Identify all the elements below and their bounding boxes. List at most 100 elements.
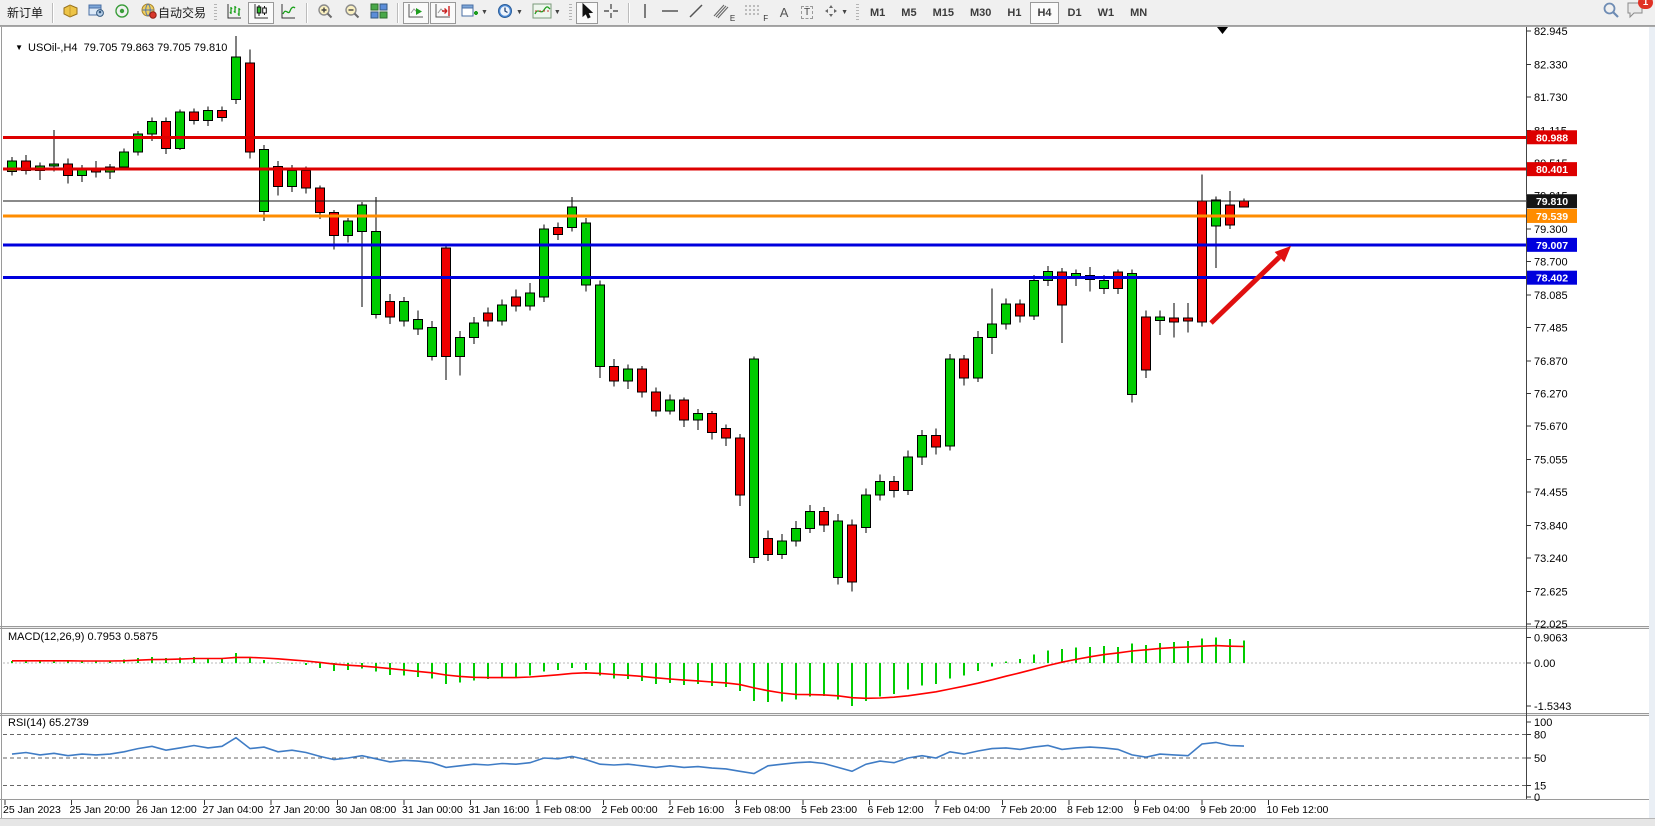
price-level-line-79.539[interactable]: 79.539	[3, 209, 1577, 223]
timeframe-button-w1[interactable]: W1	[1091, 2, 1122, 24]
svg-text:2 Feb 00:00: 2 Feb 00:00	[602, 804, 658, 816]
tile-windows-button[interactable]	[366, 2, 392, 24]
chart-period-button[interactable]: ▼	[493, 2, 527, 24]
tile-windows-icon	[370, 3, 388, 22]
svg-text:6 Feb 12:00: 6 Feb 12:00	[868, 804, 924, 816]
svg-text:73.840: 73.840	[1534, 520, 1568, 532]
vertical-line-icon	[639, 3, 651, 22]
svg-text:15: 15	[1534, 780, 1546, 792]
svg-text:80.401: 80.401	[1536, 164, 1568, 176]
trend-arrow-annotation[interactable]	[1211, 246, 1291, 323]
timeframe-button-mn[interactable]: MN	[1123, 2, 1154, 24]
svg-text:26 Jan 12:00: 26 Jan 12:00	[136, 804, 197, 816]
timeframe-button-m30[interactable]: M30	[963, 2, 998, 24]
zoom-in-icon	[316, 3, 334, 23]
toolbar-grip[interactable]	[214, 4, 217, 22]
price-level-line-79.007[interactable]: 79.007	[3, 238, 1577, 252]
trendline-tool-button[interactable]	[684, 2, 708, 24]
indicators-button[interactable]: ▼	[528, 2, 565, 24]
auto-trading-label: 自动交易	[158, 4, 206, 21]
new-chart-button[interactable]: ▼	[457, 2, 492, 24]
toolbar-grip[interactable]	[569, 4, 572, 22]
market-watch-button[interactable]	[58, 2, 83, 24]
svg-text:72.625: 72.625	[1534, 586, 1568, 598]
svg-text:78.402: 78.402	[1536, 273, 1568, 285]
price-axis[interactable]: 82.94582.33081.73081.11580.51579.91579.3…	[1526, 26, 1568, 631]
chart-shift-button[interactable]	[430, 2, 456, 24]
data-window-button[interactable]	[84, 2, 109, 24]
timeframe-button-m1[interactable]: M1	[863, 2, 892, 24]
svg-text:80: 80	[1534, 730, 1546, 742]
candlestick-chart-type-button[interactable]	[248, 2, 274, 24]
crosshair-tool-button[interactable]	[599, 2, 623, 24]
svg-text:27 Jan 04:00: 27 Jan 04:00	[203, 804, 264, 816]
chevron-down-icon: ▼	[841, 9, 848, 16]
bar-chart-icon	[225, 3, 243, 23]
svg-text:76.870: 76.870	[1534, 356, 1568, 368]
timeframe-button-m15[interactable]: M15	[926, 2, 961, 24]
toolbar-grip[interactable]	[856, 4, 859, 22]
notifications-button[interactable]: 1	[1626, 1, 1646, 24]
svg-text:8 Feb 12:00: 8 Feb 12:00	[1067, 804, 1123, 816]
text-tool-button[interactable]: A	[773, 2, 795, 24]
svg-text:7 Feb 20:00: 7 Feb 20:00	[1001, 804, 1057, 816]
macd-panel[interactable]: 0.90630.00-1.5343	[3, 633, 1571, 713]
timeframe-button-h4[interactable]: H4	[1030, 2, 1058, 24]
svg-text:77.485: 77.485	[1534, 322, 1568, 334]
arrows-tool-button[interactable]: ▼	[819, 2, 852, 24]
timeframe-button-h1[interactable]: H1	[1000, 2, 1028, 24]
notification-badge: 1	[1638, 0, 1653, 9]
timeframe-button-d1[interactable]: D1	[1061, 2, 1089, 24]
price-level-line-79.810[interactable]: 79.810	[3, 194, 1577, 208]
vertical-line-tool-button[interactable]	[634, 2, 656, 24]
cursor-icon	[580, 3, 594, 22]
fibonacci-tool-button[interactable]: F	[740, 2, 772, 24]
svg-text:100: 100	[1534, 717, 1552, 729]
auto-scroll-button[interactable]	[403, 2, 429, 24]
zoom-in-button[interactable]	[312, 2, 338, 24]
collapse-arrow-icon[interactable]: ▼	[15, 43, 23, 52]
svg-text:9 Feb 04:00: 9 Feb 04:00	[1134, 804, 1190, 816]
svg-text:72.025: 72.025	[1534, 619, 1568, 631]
cursor-tool-button[interactable]	[576, 2, 598, 24]
line-chart-type-button[interactable]	[275, 2, 301, 24]
svg-text:73.240: 73.240	[1534, 553, 1568, 565]
svg-text:7 Feb 04:00: 7 Feb 04:00	[934, 804, 990, 816]
auto-trading-button[interactable]: 自动交易	[136, 2, 210, 24]
price-level-line-78.402[interactable]: 78.402	[3, 271, 1577, 285]
text-label-tool-button[interactable]: T	[796, 2, 818, 24]
horizontal-line-tool-button[interactable]	[657, 2, 683, 24]
svg-text:9 Feb 20:00: 9 Feb 20:00	[1200, 804, 1256, 816]
toolbar-separator	[306, 3, 307, 23]
new-order-button[interactable]: 新订单	[3, 2, 47, 24]
toolbar-separator	[397, 3, 398, 23]
search-icon[interactable]	[1602, 1, 1620, 24]
svg-text:78.700: 78.700	[1534, 257, 1568, 269]
time-axis[interactable]: 25 Jan 202325 Jan 20:0026 Jan 12:0027 Ja…	[3, 800, 1329, 816]
svg-text:3 Feb 08:00: 3 Feb 08:00	[735, 804, 791, 816]
price-level-line-80.401[interactable]: 80.401	[3, 162, 1577, 176]
svg-text:31 Jan 00:00: 31 Jan 00:00	[402, 804, 463, 816]
navigator-icon	[114, 3, 131, 22]
auto-trading-icon	[140, 3, 158, 22]
svg-text:74.455: 74.455	[1534, 487, 1568, 499]
svg-text:76.270: 76.270	[1534, 388, 1568, 400]
toolbar-separator	[628, 3, 629, 23]
chart-top-marker	[1217, 27, 1228, 34]
channel-tool-button[interactable]: E	[709, 2, 739, 24]
data-window-icon	[88, 3, 105, 22]
timeframe-button-m5[interactable]: M5	[894, 2, 923, 24]
chart-canvas[interactable]: 82.94582.33081.73081.11580.51579.91579.3…	[0, 0, 1655, 826]
rsi-indicator-label: RSI(14) 65.2739	[8, 717, 89, 729]
chart-title-text: USOil-,H4 79.705 79.863 79.705 79.810	[28, 42, 227, 54]
text-tool-label: A	[780, 5, 789, 20]
rsi-panel[interactable]: 1008050150	[3, 717, 1552, 804]
svg-text:82.945: 82.945	[1534, 26, 1568, 38]
navigator-button[interactable]	[110, 2, 135, 24]
svg-text:75.670: 75.670	[1534, 421, 1568, 433]
bar-chart-type-button[interactable]	[221, 2, 247, 24]
fibonacci-tool-label: F	[763, 14, 768, 23]
price-level-line-80.988[interactable]: 80.988	[3, 130, 1577, 144]
svg-text:79.007: 79.007	[1536, 240, 1568, 252]
zoom-out-button[interactable]	[339, 2, 365, 24]
